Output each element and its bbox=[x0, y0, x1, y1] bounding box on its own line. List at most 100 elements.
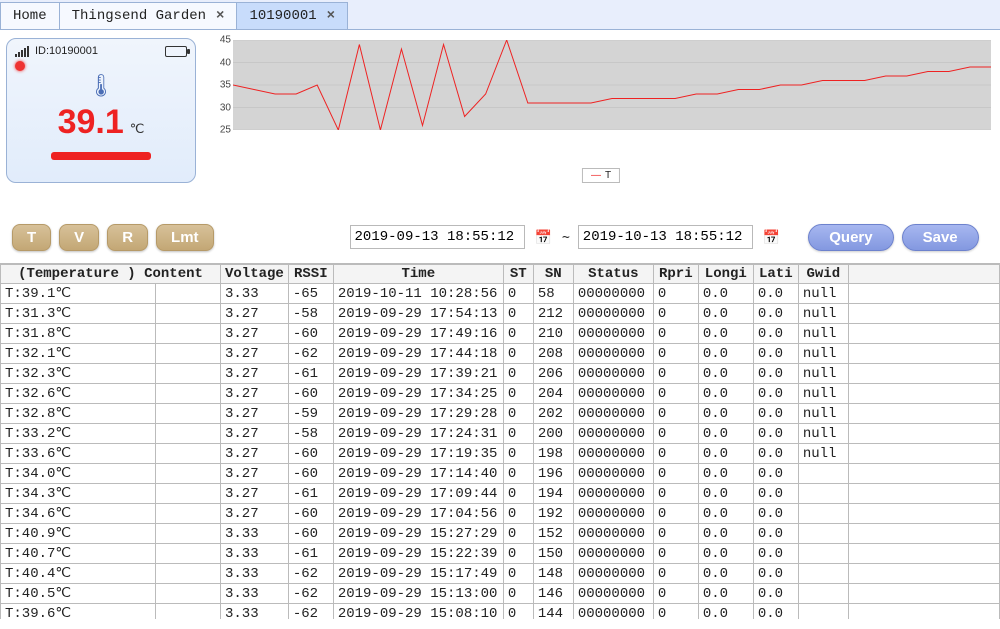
table-cell: T:33.6℃ bbox=[1, 444, 156, 464]
tab-thingsend-garden[interactable]: Thingsend Garden × bbox=[59, 2, 238, 29]
table-cell bbox=[798, 484, 848, 504]
table-cell: 3.27 bbox=[221, 484, 289, 504]
table-header-cell[interactable]: Rpri bbox=[653, 265, 698, 284]
table-row[interactable]: T:34.0℃3.27-602019-09-29 17:14:400196000… bbox=[1, 464, 1000, 484]
table-cell: 3.27 bbox=[221, 404, 289, 424]
table-cell: 152 bbox=[533, 524, 573, 544]
table-header-cell[interactable]: RSSI bbox=[288, 265, 333, 284]
table-cell: 0 bbox=[653, 424, 698, 444]
table-cell: 144 bbox=[533, 604, 573, 620]
v-button[interactable]: V bbox=[59, 224, 99, 251]
table-cell bbox=[848, 444, 999, 464]
table-row[interactable]: T:40.4℃3.33-622019-09-29 15:17:490148000… bbox=[1, 564, 1000, 584]
save-button[interactable]: Save bbox=[902, 224, 979, 251]
table-cell: T:40.7℃ bbox=[1, 544, 156, 564]
table-cell: -60 bbox=[288, 524, 333, 544]
table-row[interactable]: T:39.1℃3.33-652019-10-11 10:28:560580000… bbox=[1, 284, 1000, 304]
r-button[interactable]: R bbox=[107, 224, 148, 251]
table-cell: null bbox=[798, 324, 848, 344]
table-row[interactable]: T:39.6℃3.33-622019-09-29 15:08:100144000… bbox=[1, 604, 1000, 620]
table-cell: 2019-10-11 10:28:56 bbox=[333, 284, 503, 304]
table-cell: 3.27 bbox=[221, 444, 289, 464]
table-row[interactable]: T:33.2℃3.27-582019-09-29 17:24:310200000… bbox=[1, 424, 1000, 444]
table-cell: 210 bbox=[533, 324, 573, 344]
table-row[interactable]: T:33.6℃3.27-602019-09-29 17:19:350198000… bbox=[1, 444, 1000, 464]
table-cell: 0.0 bbox=[698, 444, 753, 464]
table-row[interactable]: T:40.9℃3.33-602019-09-29 15:27:290152000… bbox=[1, 524, 1000, 544]
table-cell: 2019-09-29 17:54:13 bbox=[333, 304, 503, 324]
table-header-cell[interactable]: Lati bbox=[753, 265, 798, 284]
table-row[interactable]: T:32.1℃3.27-622019-09-29 17:44:180208000… bbox=[1, 344, 1000, 364]
table-row[interactable]: T:40.7℃3.33-612019-09-29 15:22:390150000… bbox=[1, 544, 1000, 564]
table-cell: 0 bbox=[653, 364, 698, 384]
toolbar: T V R Lmt 📅 ~ 📅 Query Save bbox=[0, 215, 1000, 263]
table-row[interactable]: T:34.6℃3.27-602019-09-29 17:04:560192000… bbox=[1, 504, 1000, 524]
table-cell: 0.0 bbox=[698, 324, 753, 344]
table-cell: 0.0 bbox=[698, 384, 753, 404]
table-header-cell[interactable]: (Temperature ) Content bbox=[1, 265, 221, 284]
table-cell: 00000000 bbox=[573, 524, 653, 544]
table-header-cell[interactable]: Longi bbox=[698, 265, 753, 284]
table-cell: T:31.3℃ bbox=[1, 304, 156, 324]
calendar-icon[interactable]: 📅 bbox=[533, 229, 554, 246]
table-header-cell[interactable]: Voltage bbox=[221, 265, 289, 284]
table-cell bbox=[848, 564, 999, 584]
date-separator: ~ bbox=[562, 230, 570, 245]
table-cell: -60 bbox=[288, 444, 333, 464]
close-icon[interactable]: × bbox=[327, 8, 335, 24]
table-cell bbox=[156, 564, 221, 584]
table-cell bbox=[848, 384, 999, 404]
table-cell: -60 bbox=[288, 504, 333, 524]
tab-10190001[interactable]: 10190001 × bbox=[236, 2, 348, 29]
table-row[interactable]: T:40.5℃3.33-622019-09-29 15:13:000146000… bbox=[1, 584, 1000, 604]
table-cell: 0.0 bbox=[753, 524, 798, 544]
y-tick-label: 45 bbox=[220, 35, 231, 46]
device-card-header: ID:10190001 bbox=[15, 45, 187, 57]
tab-home[interactable]: Home bbox=[0, 2, 60, 29]
close-icon[interactable]: × bbox=[216, 8, 224, 24]
table-cell: T:32.1℃ bbox=[1, 344, 156, 364]
y-tick-label: 25 bbox=[220, 125, 231, 136]
table-cell: 0.0 bbox=[698, 544, 753, 564]
date-from-input[interactable] bbox=[350, 225, 525, 249]
table-cell: 0.0 bbox=[698, 524, 753, 544]
table-cell: 00000000 bbox=[573, 544, 653, 564]
table-header-cell[interactable]: Status bbox=[573, 265, 653, 284]
table-cell: -62 bbox=[288, 344, 333, 364]
legend-label: T bbox=[605, 170, 611, 181]
table-row[interactable]: T:31.8℃3.27-602019-09-29 17:49:160210000… bbox=[1, 324, 1000, 344]
table-cell: 0 bbox=[653, 304, 698, 324]
table-cell: T:33.2℃ bbox=[1, 424, 156, 444]
table-row[interactable]: T:32.8℃3.27-592019-09-29 17:29:280202000… bbox=[1, 404, 1000, 424]
table-cell: 0.0 bbox=[753, 444, 798, 464]
temperature-chart: 2530354045 23 12:0024 00:0024 12:0025 00… bbox=[211, 38, 991, 183]
table-header-cell[interactable]: ST bbox=[503, 265, 533, 284]
table-header-cell[interactable]: SN bbox=[533, 265, 573, 284]
table-row[interactable]: T:32.3℃3.27-612019-09-29 17:39:210206000… bbox=[1, 364, 1000, 384]
table-cell: 0 bbox=[503, 384, 533, 404]
date-to-input[interactable] bbox=[578, 225, 753, 249]
table-cell: 0.0 bbox=[753, 324, 798, 344]
table-cell: 0 bbox=[503, 364, 533, 384]
table-row[interactable]: T:34.3℃3.27-612019-09-29 17:09:440194000… bbox=[1, 484, 1000, 504]
table-cell bbox=[156, 604, 221, 620]
table-cell: -62 bbox=[288, 584, 333, 604]
table-cell: 0 bbox=[503, 584, 533, 604]
table-cell: 2019-09-29 15:08:10 bbox=[333, 604, 503, 620]
table-header-cell[interactable]: Time bbox=[333, 265, 503, 284]
table-cell: 0 bbox=[503, 324, 533, 344]
table-cell bbox=[798, 544, 848, 564]
table-row[interactable]: T:31.3℃3.27-582019-09-29 17:54:130212000… bbox=[1, 304, 1000, 324]
table-cell: 00000000 bbox=[573, 364, 653, 384]
temperature-value: 39.1 bbox=[58, 103, 124, 141]
table-row[interactable]: T:32.6℃3.27-602019-09-29 17:34:250204000… bbox=[1, 384, 1000, 404]
legend-line-icon: — bbox=[591, 170, 601, 181]
table-header-cell[interactable]: Gwid bbox=[798, 265, 848, 284]
lmt-button[interactable]: Lmt bbox=[156, 224, 214, 251]
calendar-icon[interactable]: 📅 bbox=[761, 229, 782, 246]
table-cell: 208 bbox=[533, 344, 573, 364]
record-dot-icon bbox=[15, 61, 25, 71]
query-button[interactable]: Query bbox=[808, 224, 893, 251]
t-button[interactable]: T bbox=[12, 224, 51, 251]
data-table-scroll[interactable]: (Temperature ) ContentVoltageRSSITimeSTS… bbox=[0, 263, 1000, 619]
